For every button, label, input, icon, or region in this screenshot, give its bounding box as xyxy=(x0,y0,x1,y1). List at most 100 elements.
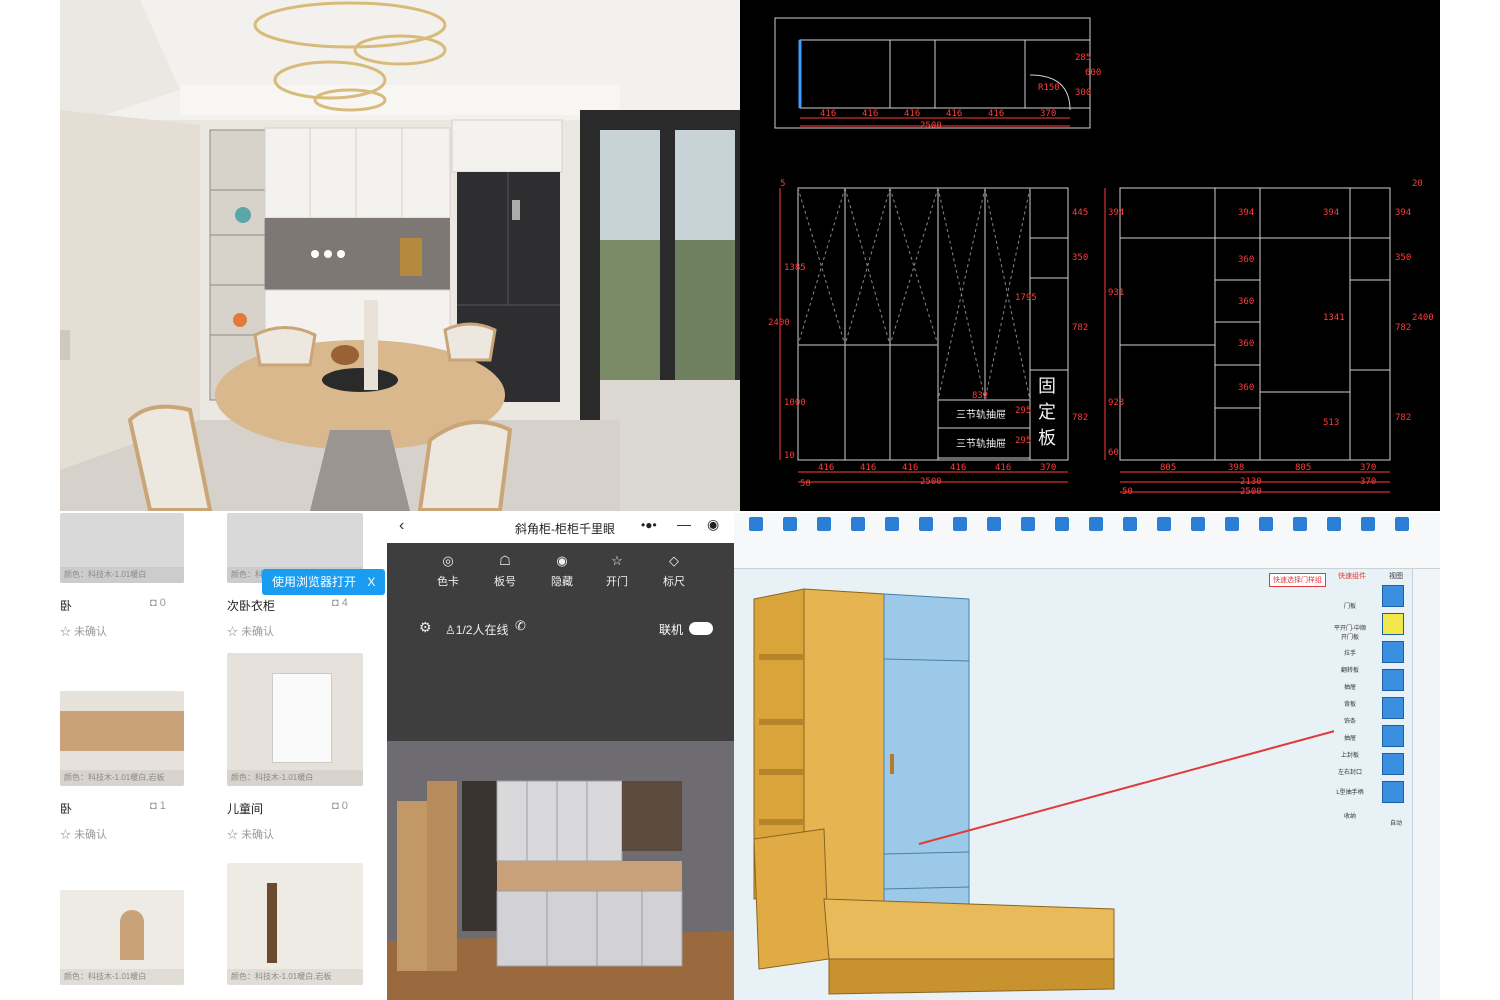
ribbon-button[interactable] xyxy=(946,517,974,532)
cabinet-3d-scene[interactable] xyxy=(387,741,734,1000)
tool-ruler[interactable]: ◇ 标尺 xyxy=(649,553,699,589)
right-property-strip xyxy=(1412,569,1440,1000)
confirm-status[interactable]: ☆ 未确认 xyxy=(227,826,274,842)
ribbon-button[interactable] xyxy=(776,517,804,532)
ribbon-button[interactable] xyxy=(844,517,872,532)
side-item[interactable]: 拉手 xyxy=(1332,648,1368,657)
ribbon-button[interactable] xyxy=(1354,517,1382,532)
settings-icon[interactable]: ⚙ xyxy=(419,619,432,636)
room-thumb[interactable]: 颜色：科技木-1.01暖白,岩板 xyxy=(227,863,363,985)
back-icon[interactable]: ‹ xyxy=(399,517,404,535)
dim-right-total-3: 370 xyxy=(1360,477,1376,487)
room-thumb[interactable]: 颜色：科技木-1.01暖白 xyxy=(60,890,184,985)
minimize-icon[interactable]: — xyxy=(677,516,691,532)
ribbon-button[interactable] xyxy=(1252,517,1280,532)
side-item[interactable]: 上封板 xyxy=(1332,750,1368,759)
phone-icon[interactable]: ✆ xyxy=(515,618,526,634)
open-in-browser-button[interactable]: 使用浏览器打开 X xyxy=(262,569,386,595)
component-swatch[interactable] xyxy=(1382,697,1404,719)
ribbon-button[interactable] xyxy=(1218,517,1246,532)
ribbon-button[interactable] xyxy=(980,517,1008,532)
thumb-caption: 颜色：科技木-1.01暖白 xyxy=(60,567,184,583)
side-item[interactable]: 背板 xyxy=(1332,699,1368,708)
ribbon-button[interactable] xyxy=(1184,517,1212,532)
side-item[interactable]: 左右封口 xyxy=(1332,767,1368,776)
room-thumb[interactable]: 颜色：科技木-1.01暖白,岩板 xyxy=(60,691,184,786)
connect-label: 联机 xyxy=(659,623,684,637)
side-item[interactable]: 门板 xyxy=(1332,601,1368,610)
ribbon-button[interactable] xyxy=(1286,517,1314,532)
more-icon[interactable]: •●• xyxy=(641,518,657,532)
ruler-icon: ◇ xyxy=(669,553,679,568)
component-swatch[interactable] xyxy=(1382,669,1404,691)
tool-hide[interactable]: ◉ 隐藏 xyxy=(537,553,587,589)
room-name: 卧 xyxy=(60,802,73,816)
component-swatch[interactable] xyxy=(1382,781,1404,803)
side-item[interactable]: 翻转板 xyxy=(1332,665,1368,674)
eye-icon: ◉ xyxy=(556,553,568,568)
room-thumb[interactable]: 颜色：科技木-1.01暖白 xyxy=(227,653,363,786)
dim-left-total: 2500 xyxy=(920,477,942,487)
ribbon-button[interactable] xyxy=(1150,517,1178,532)
confirm-status[interactable]: ☆ 未确认 xyxy=(60,826,107,842)
online-count: ♙1/2人在线 xyxy=(445,623,509,637)
dim-top-side-1: 285 xyxy=(1075,53,1091,63)
tool-open-door[interactable]: ☆ 开门 xyxy=(592,553,642,589)
confirm-status[interactable]: ☆ 未确认 xyxy=(60,623,107,639)
connect-toggle[interactable] xyxy=(689,622,713,635)
dim-right-3: 805 xyxy=(1295,463,1311,473)
radius-label: R150 xyxy=(1038,83,1060,93)
quick-select-label[interactable]: 快速选择门样组 xyxy=(1269,573,1326,587)
interior-render-panel xyxy=(60,0,740,511)
dim-right-mid-2: 360 xyxy=(1238,255,1254,265)
dim-right-small-2: 20 xyxy=(1412,179,1423,189)
cad-drawing-panel: 416 416 416 416 416 370 2500 285 600 300… xyxy=(740,0,1440,511)
cabinet-3d-model[interactable] xyxy=(734,569,1334,1000)
ribbon-button[interactable] xyxy=(1388,517,1416,532)
component-swatch[interactable] xyxy=(1382,613,1404,635)
component-swatch[interactable] xyxy=(1382,585,1404,607)
dim-left-h2: 2400 xyxy=(768,318,790,328)
side-item[interactable]: 抽屉 xyxy=(1332,733,1368,742)
dim-left-h3: 1000 xyxy=(784,398,806,408)
cabinet-design-software-panel: 快速选择门样组 快速组件 视图 门板 平开门-中顺开门板 拉手 翻转板 抽屉 背… xyxy=(734,513,1440,1000)
side-item[interactable]: 平开门-中顺开门板 xyxy=(1332,623,1368,641)
dim-left-mid-5: 295 xyxy=(1015,406,1031,416)
ribbon-button[interactable] xyxy=(1320,517,1348,532)
ribbon-button[interactable] xyxy=(878,517,906,532)
fixed-board-char-1: 固 xyxy=(1038,376,1056,397)
component-swatch[interactable] xyxy=(1382,641,1404,663)
room-thumb[interactable]: 颜色：科技木-1.01暖白 xyxy=(60,513,184,583)
record-icon[interactable]: ◉ xyxy=(707,516,719,533)
component-swatch[interactable] xyxy=(1382,753,1404,775)
tool-color-card[interactable]: ◎ 色卡 xyxy=(423,553,473,589)
close-icon[interactable]: X xyxy=(367,575,375,589)
dim-right-total-2: 2500 xyxy=(1240,487,1262,497)
room-name: 次卧衣柜 xyxy=(227,599,276,613)
dim-right-mid-12: 782 xyxy=(1395,413,1411,423)
ribbon-button[interactable] xyxy=(1082,517,1110,532)
dim-left-h1: 1385 xyxy=(784,263,806,273)
cad-top-dims: 416 416 416 416 416 370 2500 285 600 300… xyxy=(800,53,1101,131)
side-item[interactable]: L型抽手柄 xyxy=(1332,787,1368,796)
drawer-label-1: 三节轨抽屉 xyxy=(956,408,1006,421)
ribbon-button[interactable] xyxy=(1014,517,1042,532)
side-item[interactable]: 收纳 xyxy=(1332,811,1368,820)
ribbon-button[interactable] xyxy=(810,517,838,532)
ribbon-button[interactable] xyxy=(1116,517,1144,532)
tool-board-number[interactable]: ☖ 板号 xyxy=(480,553,530,589)
dim-left-h4: 10 xyxy=(784,451,795,461)
side-item[interactable]: 饰条 xyxy=(1332,716,1368,725)
dim-top-2: 416 xyxy=(862,109,878,119)
component-swatch[interactable] xyxy=(1382,725,1404,747)
confirm-status[interactable]: ☆ 未确认 xyxy=(227,623,274,639)
ribbon-button[interactable] xyxy=(742,517,770,532)
thumb-caption: 颜色：科技木-1.01暖白 xyxy=(227,770,363,786)
quick-component-label[interactable]: 快速组件 xyxy=(1338,571,1366,581)
ribbon-button[interactable] xyxy=(912,517,940,532)
dim-left-small-1: 50 xyxy=(800,479,811,489)
dim-right-mid-1: 394 xyxy=(1238,208,1254,218)
side-item[interactable]: 抽屉 xyxy=(1332,682,1368,691)
dim-top-4: 416 xyxy=(946,109,962,119)
ribbon-button[interactable] xyxy=(1048,517,1076,532)
